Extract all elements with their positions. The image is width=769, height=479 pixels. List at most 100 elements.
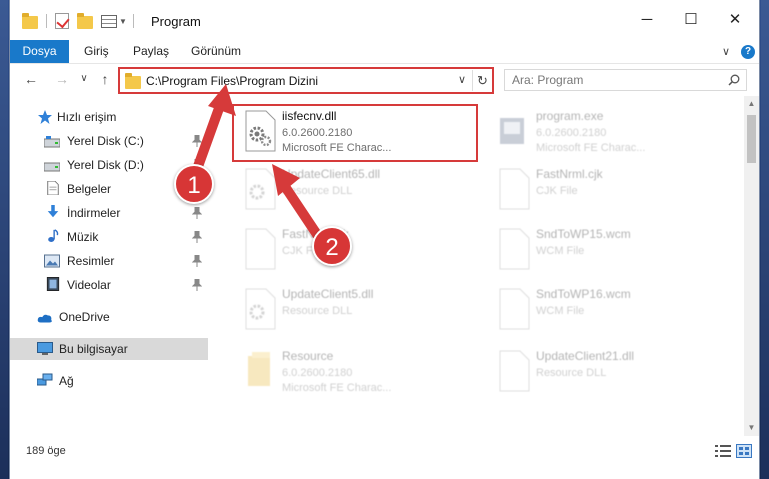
desktop-background-left [0,0,8,479]
file-name: UpdateClient21.dll [536,349,635,363]
window-title: Program [151,14,201,29]
sidebar-item-label: OneDrive [59,310,110,324]
tiles-view-icon[interactable] [736,444,752,458]
pictures-icon [44,254,60,268]
refresh-button[interactable]: ↻ [472,70,492,91]
pin-icon[interactable] [192,279,202,291]
vertical-scrollbar[interactable]: ▲ ▼ [744,96,759,436]
sidebar-item-music[interactable]: Müzik [10,226,208,248]
new-folder-icon[interactable] [77,13,93,29]
toolbar-divider [46,14,47,28]
sidebar-item-videos[interactable]: Videolar [10,274,208,296]
sidebar-item-label: Videolar [67,278,111,292]
music-icon [48,229,59,242]
tab-view[interactable]: Görünüm [191,40,241,63]
tab-home[interactable]: Giriş [84,40,109,63]
search-placeholder: Ara: Program [512,73,584,87]
list-item[interactable]: Resource 6.0.2600.2180 Microsoft FE Char… [234,342,470,404]
list-item[interactable]: SndToWP16.wcm WCM File [488,280,724,342]
address-dropdown-icon[interactable]: ∨ [458,73,466,86]
title-bar: ▼ Program ─ ☐ ✕ [10,0,759,40]
view-options-icon[interactable] [101,14,117,28]
address-path[interactable]: C:\Program Files\Program Dizini [146,74,318,88]
file-highlight-box [232,104,478,162]
list-item[interactable]: UpdateClient65.dll Resource DLL [234,160,470,222]
list-item[interactable]: FastNrml.cjk CJK File [234,220,470,282]
help-icon[interactable]: ? [741,45,755,59]
forward-button[interactable]: → [53,70,71,88]
file-name: SndToWP15.wcm [536,227,631,241]
customize-dropdown-icon[interactable]: ▼ [119,17,127,26]
file-description: Microsoft FE Charac... [536,142,646,154]
explorer-window: ▼ Program ─ ☐ ✕ Dosya Giriş Paylaş Görün… [9,0,760,479]
sidebar-item-this-pc[interactable]: Bu bilgisayar [10,338,208,360]
tab-share[interactable]: Paylaş [133,40,169,63]
tab-file[interactable]: Dosya [10,40,69,63]
file-type: CJK File [536,185,578,197]
navigation-bar: ← → ∨ ↑ C:\Program Files\Program Dizini … [10,63,759,96]
blank-file-icon [499,228,530,270]
sidebar-item-quick-access[interactable]: Hızlı erişim [10,106,208,128]
file-version: 6.0.2600.2180 [536,127,607,139]
list-item[interactable]: UpdateClient21.dll Resource DLL [488,342,724,404]
desktop-background-right [761,0,769,479]
folder-file-icon [248,352,270,386]
details-view-icon[interactable] [715,444,731,458]
file-name: SndToWP16.wcm [536,287,631,301]
back-button[interactable]: ← [22,70,40,88]
cloud-icon [37,314,52,323]
blank-file-icon [499,288,530,330]
list-item[interactable]: SndToWP15.wcm WCM File [488,220,724,282]
address-bar[interactable]: C:\Program Files\Program Dizini ∨ ↻ [118,67,494,94]
sidebar-item-label: Ağ [59,374,74,388]
minimize-button[interactable]: ─ [624,0,670,40]
up-button[interactable]: ↑ [96,70,114,88]
pin-icon[interactable] [192,231,202,243]
window-bottom-edge [10,466,759,479]
ribbon-expand-icon[interactable]: ∨ [722,45,730,58]
file-type: WCM File [536,305,585,317]
file-version: 6.0.2600.2180 [282,367,353,379]
sidebar-item-drive-c[interactable]: Yerel Disk (C:) [10,130,208,152]
video-icon [46,277,60,291]
blank-file-icon [245,228,276,270]
quick-access-toolbar: ▼ [22,12,134,30]
scroll-down-icon[interactable]: ▼ [744,422,759,434]
sidebar-item-label: İndirmeler [67,206,121,220]
sidebar-item-label: Bu bilgisayar [59,342,128,356]
drive-icon [44,136,60,148]
properties-check-icon[interactable] [55,13,69,29]
pin-icon[interactable] [192,207,202,219]
pin-icon[interactable] [192,255,202,267]
sidebar-item-label: Yerel Disk (D:) [67,158,144,172]
scroll-up-icon[interactable]: ▲ [744,98,759,110]
item-count: 189 öge [26,445,66,457]
list-item[interactable]: program.exe 6.0.2600.2180 Microsoft FE C… [488,102,724,164]
file-type: WCM File [536,245,585,257]
pin-icon[interactable] [192,135,202,147]
maximize-button[interactable]: ☐ [668,0,714,40]
file-name: Resource [282,349,334,363]
list-item[interactable]: UpdateClient5.dll Resource DLL [234,280,470,342]
sidebar-item-downloads[interactable]: İndirmeler [10,202,208,224]
file-type: Resource DLL [282,305,353,317]
dll-gear-icon [245,288,276,330]
file-name: program.exe [536,109,604,123]
blank-file-icon [499,168,530,210]
scroll-thumb[interactable] [747,115,756,163]
sidebar-item-label: Belgeler [67,182,112,196]
recent-locations-icon[interactable]: ∨ [75,70,93,88]
sidebar-item-onedrive[interactable]: OneDrive [10,306,208,328]
search-input[interactable]: Ara: Program [504,69,747,91]
file-name: UpdateClient5.dll [282,287,374,301]
close-button[interactable]: ✕ [712,0,758,40]
list-item[interactable]: FastNrml.cjk CJK File [488,160,724,222]
sidebar-item-network[interactable]: Ağ [10,370,208,392]
ribbon-tabs: Dosya Giriş Paylaş Görünüm ∨ ? [10,40,759,63]
file-type: Resource DLL [536,367,607,379]
search-icon[interactable] [728,74,740,86]
sidebar-item-label: Yerel Disk (C:) [67,134,144,148]
sidebar-item-pictures[interactable]: Resimler [10,250,208,272]
folder-icon [125,73,141,89]
computer-icon [37,342,53,355]
